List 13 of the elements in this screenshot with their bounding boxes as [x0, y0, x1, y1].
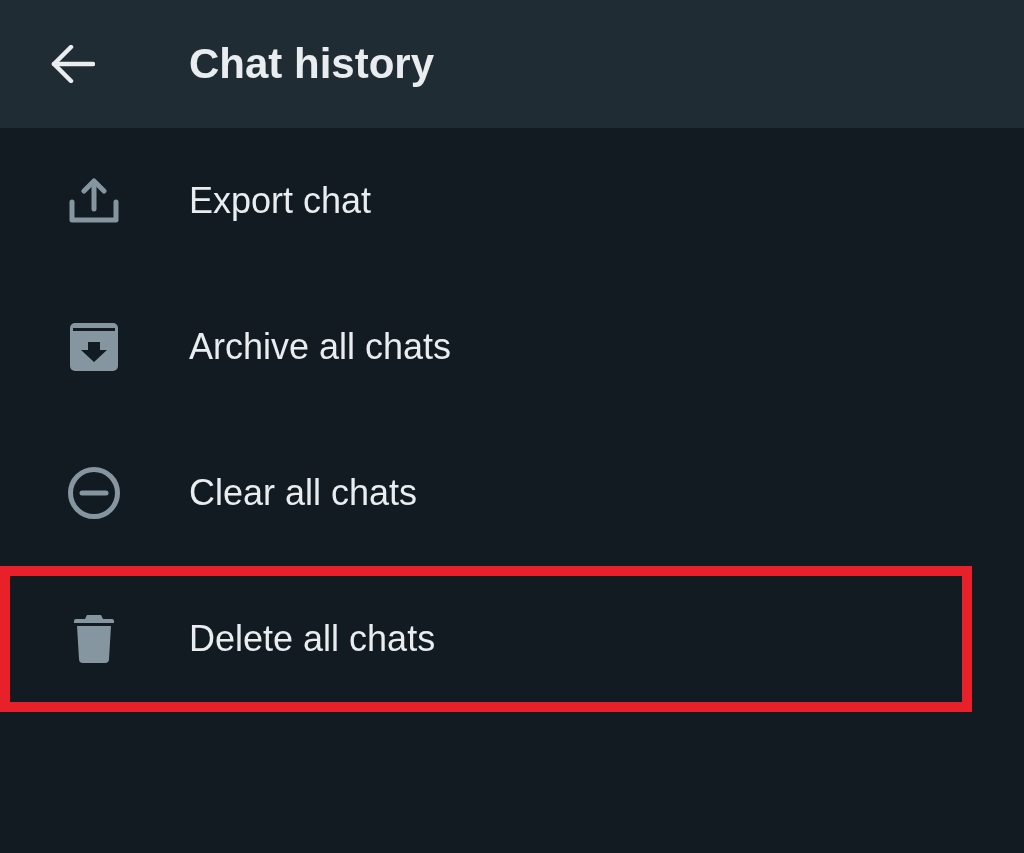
screen-title: Chat history [189, 43, 435, 85]
menu-item[interactable]: Clear all chats [0, 420, 972, 566]
trash-icon [74, 615, 114, 663]
menu-item-label: Export chat [189, 179, 372, 223]
upload-tray-icon [69, 178, 119, 224]
minus-circle-icon [68, 467, 120, 519]
menu-item-label: Clear all chats [189, 471, 418, 515]
menu-item-label: Delete all chats [189, 617, 436, 661]
menu-item-label: Archive all chats [189, 325, 452, 369]
menu-item[interactable]: Archive all chats [0, 274, 972, 420]
menu-item[interactable]: Delete all chats [0, 566, 972, 712]
archive-box-icon [70, 323, 118, 371]
menu-item[interactable]: Export chat [0, 128, 972, 274]
